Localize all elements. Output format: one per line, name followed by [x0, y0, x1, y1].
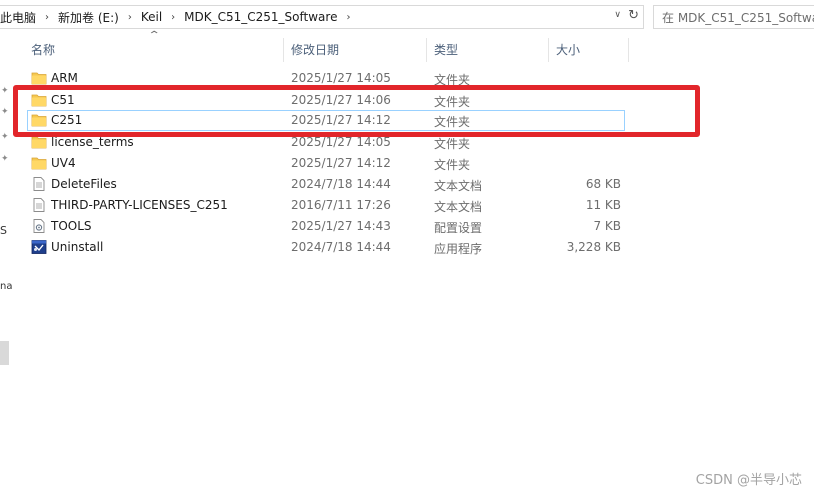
file-date: 2025/1/27 14:43	[291, 219, 391, 233]
breadcrumb-this-pc[interactable]: 此电脑	[0, 9, 36, 26]
column-header-date[interactable]: 修改日期	[291, 41, 339, 59]
red-highlight-box	[13, 85, 700, 137]
breadcrumb-current-folder[interactable]: MDK_C51_C251_Software	[184, 10, 337, 24]
file-date: 2025/1/27 14:12	[291, 156, 391, 170]
file-row-uv4[interactable]: UV4 2025/1/27 14:12 文件夹	[27, 153, 625, 174]
address-row: 此电脑 › 新加卷 (E:) › Keil › MDK_C51_C251_Sof…	[0, 0, 814, 34]
file-type: 配置设置	[434, 221, 483, 235]
file-size: 68 KB	[585, 177, 621, 191]
file-name: Uninstall	[51, 240, 104, 254]
column-divider[interactable]	[628, 38, 629, 62]
text-file-icon	[31, 177, 47, 191]
folder-icon	[31, 71, 47, 85]
nav-item-fragment[interactable]: S	[0, 224, 7, 237]
pin-icon[interactable]: ✦	[1, 107, 9, 117]
address-bar[interactable]: 此电脑 › 新加卷 (E:) › Keil › MDK_C51_C251_Sof…	[0, 5, 644, 29]
column-divider[interactable]	[426, 38, 427, 62]
nav-selected-item[interactable]	[0, 341, 9, 365]
application-icon	[31, 240, 47, 254]
column-header-name[interactable]: 名称	[31, 41, 55, 59]
file-name: UV4	[51, 156, 76, 170]
file-row-tools[interactable]: TOOLS 2025/1/27 14:43 配置设置 7 KB	[27, 216, 625, 237]
file-date: 2016/7/11 17:26	[291, 198, 391, 212]
file-name: DeleteFiles	[51, 177, 117, 191]
breadcrumb-separator[interactable]: ›	[171, 12, 175, 23]
refresh-icon[interactable]: ↻	[628, 8, 639, 23]
column-divider[interactable]	[283, 38, 284, 62]
column-header-type[interactable]: 类型	[434, 41, 458, 59]
file-date: 2025/1/27 14:05	[291, 135, 391, 149]
breadcrumb-separator[interactable]: ›	[45, 12, 49, 23]
folder-icon	[31, 135, 47, 149]
config-file-icon	[31, 219, 47, 233]
file-type: 文本文档	[434, 200, 483, 214]
file-type: 文本文档	[434, 179, 483, 193]
file-row-uninstall[interactable]: Uninstall 2024/7/18 14:44 应用程序 3,228 KB	[27, 237, 625, 258]
file-type: 文件夹	[434, 158, 471, 172]
file-name: license_terms	[51, 135, 134, 149]
breadcrumb-separator[interactable]: ›	[128, 12, 132, 23]
file-row-deletefiles[interactable]: DeleteFiles 2024/7/18 14:44 文本文档 68 KB	[27, 174, 625, 195]
navigation-pane-edge: ✦ ✦ ✦ ✦ S na	[0, 34, 12, 498]
file-date: 2024/7/18 14:44	[291, 240, 391, 254]
file-date: 2025/1/27 14:05	[291, 71, 391, 85]
text-file-icon	[31, 198, 47, 212]
file-type: 应用程序	[434, 242, 483, 256]
breadcrumb: 此电脑 › 新加卷 (E:) › Keil › MDK_C51_C251_Sof…	[0, 9, 359, 26]
column-divider[interactable]	[548, 38, 549, 62]
breadcrumb-separator[interactable]: ›	[346, 12, 350, 23]
breadcrumb-keil[interactable]: Keil	[141, 10, 162, 24]
address-history-dropdown-icon[interactable]: ∨	[614, 10, 621, 20]
file-size: 11 KB	[585, 198, 621, 212]
file-name: THIRD-PARTY-LICENSES_C251	[51, 198, 228, 212]
search-input[interactable]: 在 MDK_C51_C251_Software 中搜索	[653, 5, 814, 29]
file-name: ARM	[51, 71, 78, 85]
file-size: 7 KB	[593, 219, 621, 233]
folder-icon	[31, 156, 47, 170]
pin-icon[interactable]: ✦	[1, 86, 9, 96]
pin-icon[interactable]: ✦	[1, 132, 9, 142]
file-row-third-party-licenses[interactable]: THIRD-PARTY-LICENSES_C251 2016/7/11 17:2…	[27, 195, 625, 216]
watermark: CSDN @半导小芯	[695, 473, 802, 488]
file-type: 文件夹	[434, 137, 471, 151]
sort-ascending-icon: ⌃	[147, 30, 161, 41]
file-name: TOOLS	[51, 219, 92, 233]
pin-icon[interactable]: ✦	[1, 154, 9, 164]
column-header-size[interactable]: 大小	[556, 41, 580, 59]
file-date: 2024/7/18 14:44	[291, 177, 391, 191]
breadcrumb-drive-e[interactable]: 新加卷 (E:)	[58, 9, 119, 26]
nav-item-fragment[interactable]: na	[0, 281, 12, 292]
file-size: 3,228 KB	[566, 240, 621, 254]
